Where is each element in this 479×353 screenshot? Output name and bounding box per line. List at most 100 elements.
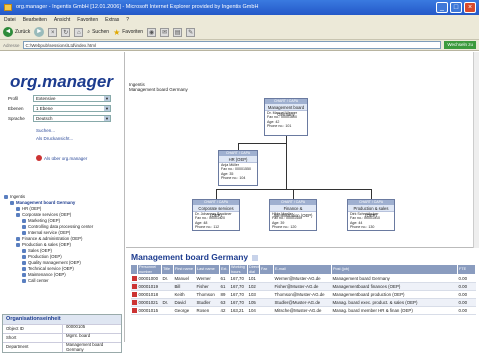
column-header[interactable]: Fax bbox=[259, 264, 274, 275]
media-icon[interactable]: ◉ bbox=[147, 27, 157, 37]
table-header-row: Personnel number Title First name Last name… bbox=[130, 264, 476, 275]
table-cell: David bbox=[173, 298, 196, 307]
person-icon bbox=[131, 284, 137, 290]
address-bar: Adresse C:\Webpub\sessions\Ltd\index.htm… bbox=[0, 40, 479, 51]
search-link[interactable]: Suchen... bbox=[36, 128, 55, 133]
menu-view[interactable]: Ansicht bbox=[54, 15, 70, 25]
search-label: Suchen bbox=[92, 29, 110, 35]
table-cell: 167,70 bbox=[229, 298, 248, 307]
table-cell: 167,70 bbox=[229, 282, 248, 291]
chevron-down-icon: ▼ bbox=[104, 106, 110, 111]
star-icon: ★ bbox=[113, 27, 121, 37]
table-cell: 101 bbox=[247, 274, 260, 283]
employee-table: Personnel number Title First name Last name… bbox=[130, 264, 476, 315]
column-header[interactable]: Post (job) bbox=[331, 264, 458, 275]
table-cell: 63 bbox=[219, 298, 230, 307]
stop-icon[interactable]: × bbox=[48, 27, 58, 37]
about-link[interactable]: Als über org.manager bbox=[36, 155, 87, 161]
table-cell: Thomson bbox=[195, 290, 220, 299]
window-title: org.manager - Ingentis GmbH [12.01.2006]… bbox=[16, 4, 259, 10]
employee-table-panel: Management board Germany Personnel numbe… bbox=[126, 248, 479, 342]
print-icon[interactable]: ▤ bbox=[173, 27, 183, 37]
org-box-fin[interactable]: CHART / CAPA Finance & administration (OE… bbox=[269, 199, 317, 231]
column-header[interactable]: Title bbox=[161, 264, 174, 275]
table-cell bbox=[161, 282, 174, 291]
connector-line bbox=[216, 189, 372, 190]
table-cell: Keith bbox=[173, 290, 196, 299]
go-button[interactable]: Wechseln zu bbox=[444, 41, 476, 49]
home-icon[interactable]: ⌂ bbox=[74, 27, 84, 37]
close-button[interactable]: × bbox=[464, 2, 476, 13]
table-row[interactable]: 00001021 Dr. David Studler 63 167,70 105 Studle… bbox=[130, 298, 476, 307]
org-box-line: Phone no.: 120 bbox=[272, 224, 297, 229]
org-unit-icon bbox=[10, 201, 14, 205]
back-button[interactable]: ◄ Zurück bbox=[3, 27, 30, 37]
connector-line bbox=[216, 189, 217, 199]
table-cell: 00001018 bbox=[137, 290, 162, 299]
export-icon[interactable] bbox=[252, 254, 259, 261]
app-logo: org.manager bbox=[10, 72, 113, 91]
print-view-link[interactable]: Als Druckansicht... bbox=[36, 136, 73, 141]
table-cell: 104 bbox=[247, 306, 260, 315]
maximize-button[interactable]: □ bbox=[450, 2, 462, 13]
vertical-scrollbar[interactable] bbox=[473, 52, 479, 248]
column-header[interactable]: Working hours bbox=[229, 264, 248, 275]
org-tree: Ingentis Management board Germany HR (OEP)… bbox=[4, 194, 122, 284]
org-box-hr[interactable]: CHART / CAPA HR (OEP) Anja Müller Fax no.: … bbox=[218, 150, 258, 186]
table-body: 00001000 Dr. Manuel Werner 61 167,70 101 Werner… bbox=[130, 274, 476, 315]
table-cell: 00001019 bbox=[137, 282, 162, 291]
language-select[interactable]: Deutsch ▼ bbox=[33, 115, 111, 122]
forward-button[interactable]: ► bbox=[34, 27, 45, 37]
connector-line bbox=[238, 143, 239, 150]
org-box-title: Management board Germany bbox=[265, 104, 307, 117]
org-unit-icon bbox=[22, 231, 26, 235]
column-header[interactable]: Last name bbox=[195, 264, 220, 275]
favorites-button[interactable]: ★ Favoriten bbox=[113, 28, 143, 37]
address-input[interactable]: C:\Webpub\sessions\Ltd\index.html bbox=[22, 41, 442, 49]
menu-file[interactable]: Datei bbox=[4, 15, 16, 25]
table-cell: Dr. bbox=[161, 298, 174, 307]
address-label: Adresse bbox=[3, 42, 20, 48]
org-box-root[interactable]: CHART / CAPA Management board Germany Dr. … bbox=[264, 98, 308, 136]
prop-value: 00000105 bbox=[66, 324, 86, 329]
menu-help[interactable]: ? bbox=[126, 15, 129, 25]
breadcrumb-current[interactable]: Management board Germany bbox=[129, 87, 188, 92]
column-header[interactable]: E-mail bbox=[273, 264, 332, 275]
org-unit-icon bbox=[22, 219, 26, 223]
table-row[interactable]: 00001015 George Rosen 42 163,21 104 Mitsche@Mu… bbox=[130, 306, 476, 315]
column-header[interactable]: Direct dial bbox=[247, 264, 260, 275]
table-cell: Werner bbox=[195, 274, 220, 283]
org-box-corp[interactable]: CHART / CAPA Corporate services (OEP) Dr. … bbox=[192, 199, 240, 231]
org-unit-icon bbox=[16, 213, 20, 217]
prop-key: Object ID bbox=[3, 325, 63, 333]
table-row[interactable]: 00001019 Bill Fisher 61 167,70 102 Fisher@Must… bbox=[130, 282, 476, 291]
person-icon bbox=[131, 276, 137, 282]
level-value: 1 Ebene bbox=[36, 106, 53, 111]
mail-icon[interactable]: ✉ bbox=[160, 27, 170, 37]
prop-key: Department bbox=[3, 343, 63, 352]
menu-edit[interactable]: Bearbeiten bbox=[23, 15, 47, 25]
tree-node[interactable]: Call center bbox=[4, 278, 122, 284]
menu-favorites[interactable]: Favoriten bbox=[77, 15, 98, 25]
column-header[interactable]: First name bbox=[173, 264, 196, 275]
minimize-button[interactable]: _ bbox=[436, 2, 448, 13]
column-header[interactable]: Personnel number bbox=[137, 264, 162, 275]
table-cell: Studler@Muster-AG.de bbox=[273, 298, 332, 307]
org-box-line: Phone no.: 101 bbox=[267, 123, 292, 128]
table-row[interactable]: 00001000 Dr. Manuel Werner 61 167,70 101 Werner… bbox=[130, 274, 476, 283]
org-box-line: Phone no.: 130 bbox=[350, 224, 375, 229]
column-header[interactable] bbox=[130, 264, 138, 275]
org-box-prod[interactable]: CHART / CAPA Production & sales (OEP) Dirk… bbox=[347, 199, 395, 231]
column-header[interactable]: FTE bbox=[457, 264, 476, 275]
profile-select[interactable]: Extensive ▼ bbox=[33, 95, 111, 102]
table-cell: Studler bbox=[195, 298, 220, 307]
refresh-icon[interactable]: ↻ bbox=[61, 27, 71, 37]
connector-line bbox=[293, 189, 294, 199]
table-row[interactable]: 00001018 Keith Thomson 89 167,70 103 Thomson@M… bbox=[130, 290, 476, 299]
menu-tools[interactable]: Extras bbox=[105, 15, 119, 25]
edit-icon[interactable]: ✎ bbox=[186, 27, 196, 37]
column-header[interactable]: Ext. bbox=[219, 264, 230, 275]
connector-line bbox=[371, 189, 372, 199]
level-select[interactable]: 1 Ebene ▼ bbox=[33, 105, 111, 112]
search-button[interactable]: ⌕ Suchen bbox=[87, 29, 109, 35]
